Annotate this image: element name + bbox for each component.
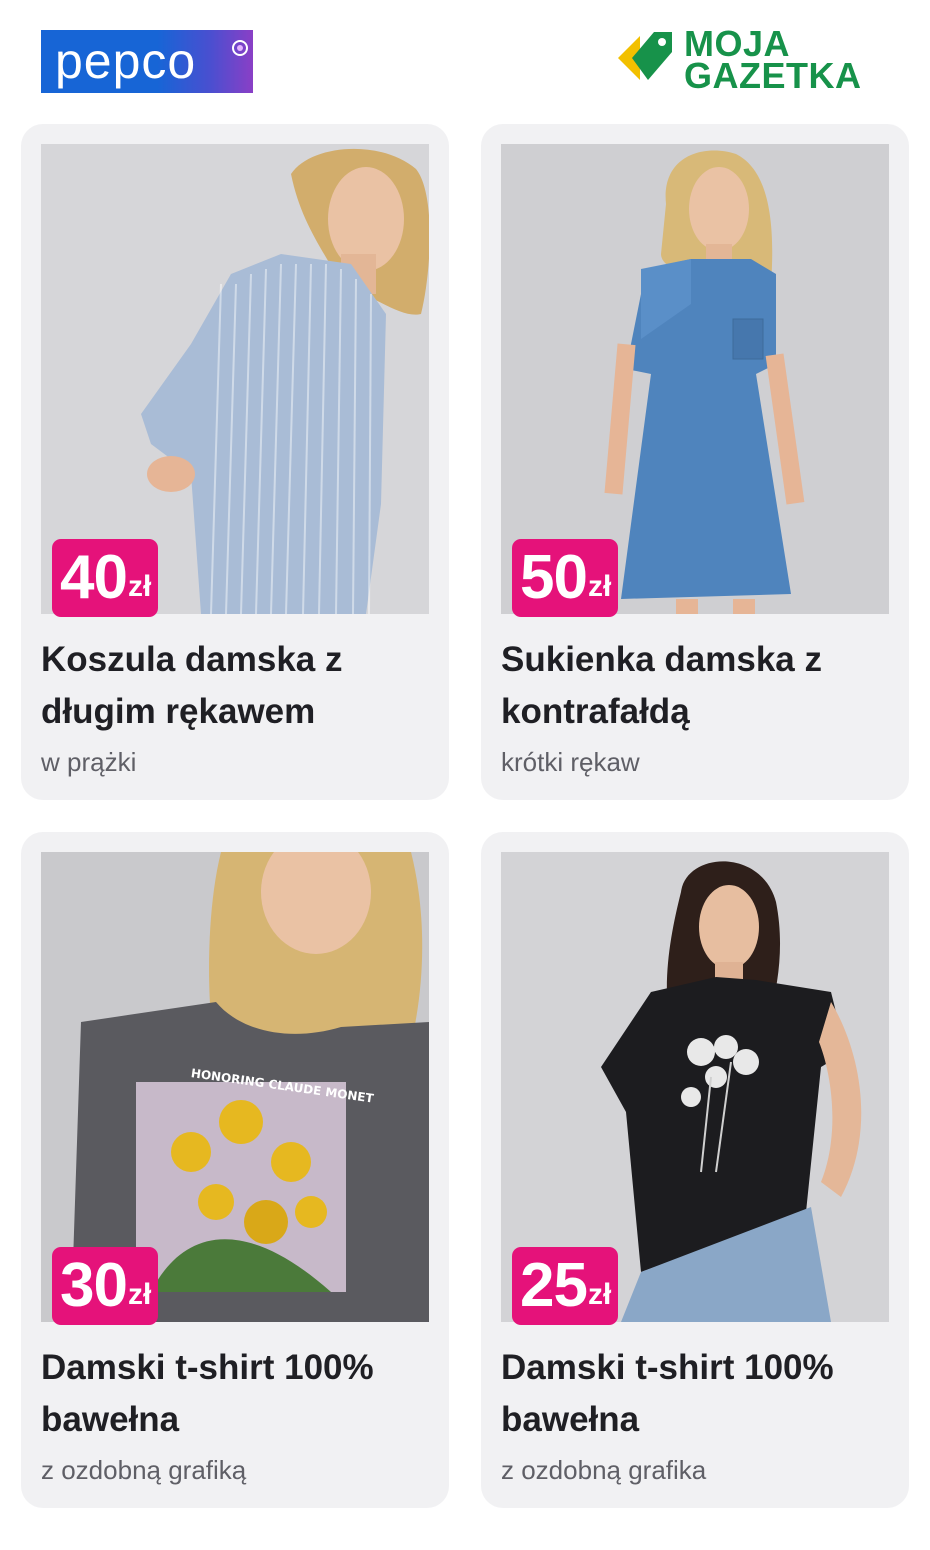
price-amount: 25 [520,1251,588,1320]
moja-gazetka-logo[interactable]: MOJA GAZETKA [616,26,892,98]
heart-icon [232,40,248,56]
price-tag-icon [618,32,672,80]
price-currency: zł [587,570,612,603]
product-subtitle: w prążki [41,747,137,777]
price-currency: zł [127,1278,152,1311]
price-badge: 50 zł [512,539,619,617]
product-title[interactable]: Damski t-shirt 100% bawełna [501,1342,891,1446]
price-amount: 50 [520,543,588,612]
product-title[interactable]: Koszula damska z długim rękawem [41,634,431,738]
product-subtitle: z ozdobną grafiką [41,1455,247,1485]
price-currency: zł [127,570,152,603]
product-title[interactable]: Sukienka damska z kontrafałdą [501,634,891,738]
price-amount: 40 [60,543,128,612]
product-card[interactable]: HONORING CLAUDE MONET 30 zł Damski t-shi… [21,832,449,1508]
price-badge: 30 zł [52,1247,159,1325]
pepco-logo-text: pepco [55,33,197,89]
moja-logo-line2: GAZETKA [684,55,862,96]
product-card[interactable]: 50 zł Sukienka damska z kontrafałdą krót… [481,124,909,800]
price-badge: 25 zł [512,1247,619,1325]
price-currency: zł [587,1278,612,1311]
price-amount: 30 [60,1251,128,1320]
product-subtitle: krótki rękaw [501,747,640,777]
product-card[interactable]: 25 zł Damski t-shirt 100% bawełna z ozdo… [481,832,909,1508]
price-badge: 40 zł [52,539,159,617]
header: pepco MOJA GAZETKA [0,0,930,115]
product-title[interactable]: Damski t-shirt 100% bawełna [41,1342,431,1446]
product-card[interactable]: 40 zł Koszula damska z długim rękawem w … [21,124,449,800]
product-subtitle: z ozdobną grafika [501,1455,707,1485]
pepco-logo[interactable]: pepco [41,30,253,93]
